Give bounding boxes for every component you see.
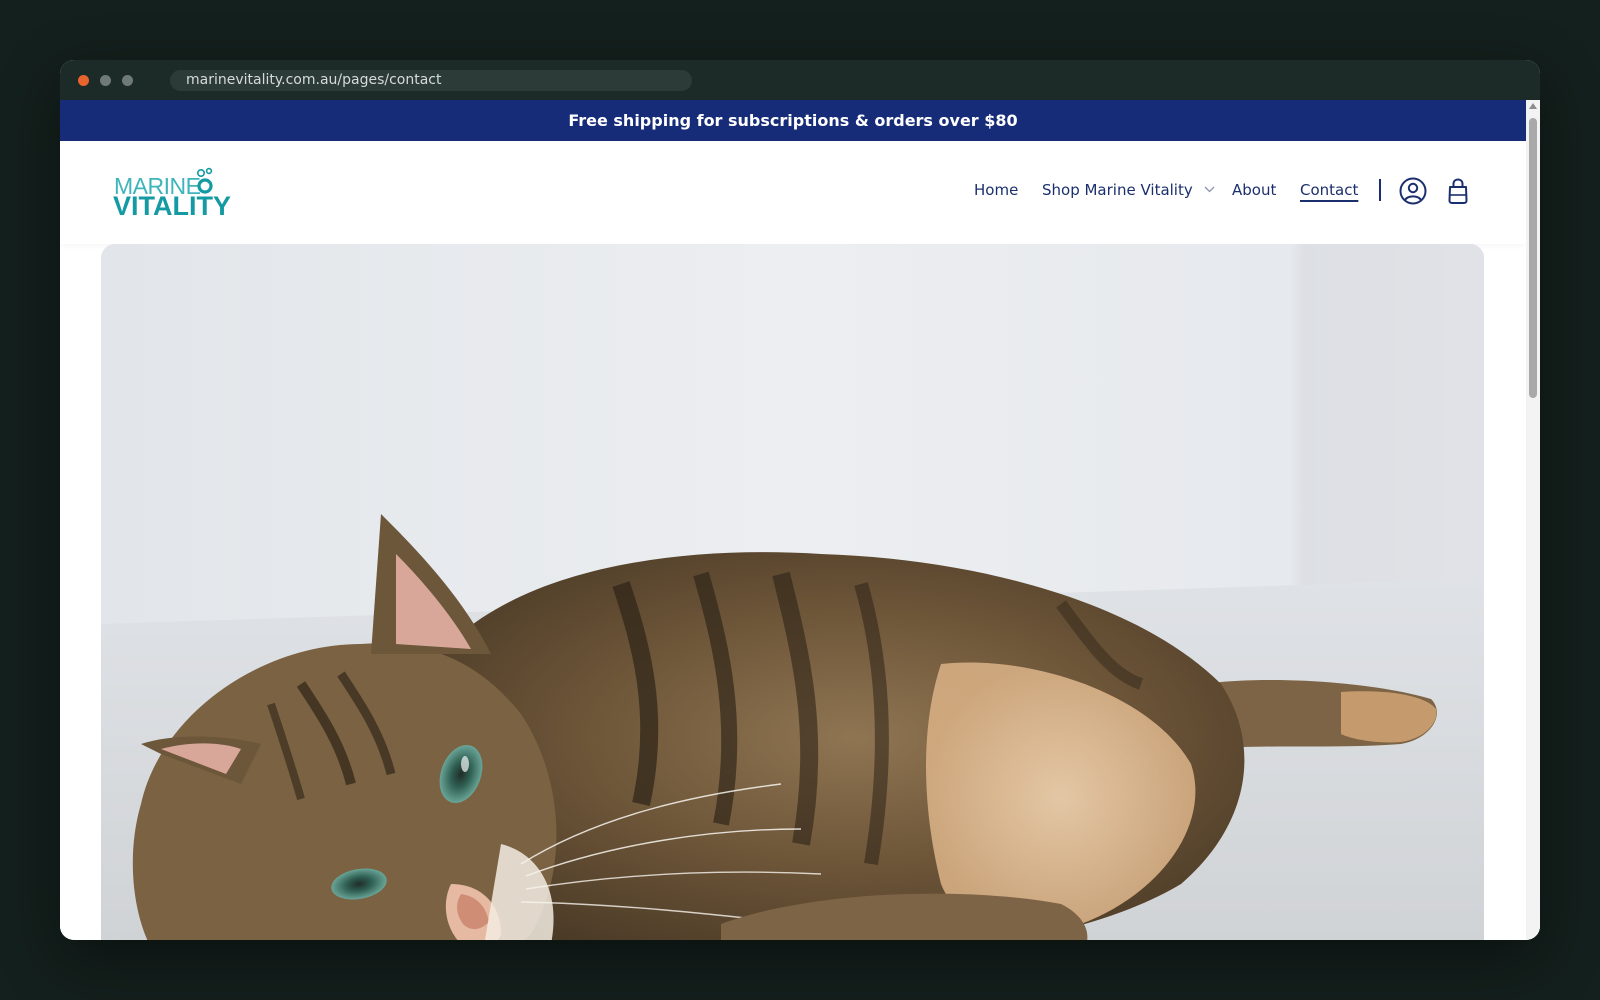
nav-contact-link[interactable]: Contact bbox=[1300, 181, 1358, 199]
nav-shop-label: Shop Marine Vitality bbox=[1042, 181, 1193, 199]
close-window-button[interactable] bbox=[78, 75, 89, 86]
nav-divider bbox=[1379, 179, 1381, 201]
announcement-bar: Free shipping for subscriptions & orders… bbox=[60, 100, 1526, 141]
browser-window: marinevitality.com.au/pages/contact Free… bbox=[60, 60, 1540, 940]
account-icon[interactable] bbox=[1397, 175, 1429, 207]
announcement-text: Free shipping for subscriptions & orders… bbox=[568, 111, 1018, 130]
nav-about-link[interactable]: About bbox=[1232, 181, 1276, 199]
main-navigation: Home Shop Marine Vitality About Contact bbox=[60, 141, 1526, 244]
maximize-window-button[interactable] bbox=[122, 75, 133, 86]
nav-shop-dropdown[interactable]: Shop Marine Vitality bbox=[1042, 181, 1215, 199]
nav-home-link[interactable]: Home bbox=[974, 181, 1018, 199]
hero-image bbox=[101, 244, 1484, 940]
page-scrollbar[interactable] bbox=[1526, 100, 1540, 940]
site-header: MARINE VITALITY Home Shop Marine Vitalit… bbox=[60, 141, 1526, 244]
scroll-up-arrow-icon[interactable] bbox=[1529, 103, 1537, 109]
minimize-window-button[interactable] bbox=[100, 75, 111, 86]
address-bar[interactable]: marinevitality.com.au/pages/contact bbox=[170, 70, 692, 91]
chevron-down-icon bbox=[1204, 186, 1214, 192]
cart-icon[interactable] bbox=[1442, 175, 1474, 207]
page-viewport: Free shipping for subscriptions & orders… bbox=[60, 100, 1540, 940]
browser-titlebar: marinevitality.com.au/pages/contact bbox=[60, 60, 1540, 100]
scrollbar-thumb[interactable] bbox=[1529, 118, 1537, 398]
cat-photo bbox=[101, 244, 1484, 940]
